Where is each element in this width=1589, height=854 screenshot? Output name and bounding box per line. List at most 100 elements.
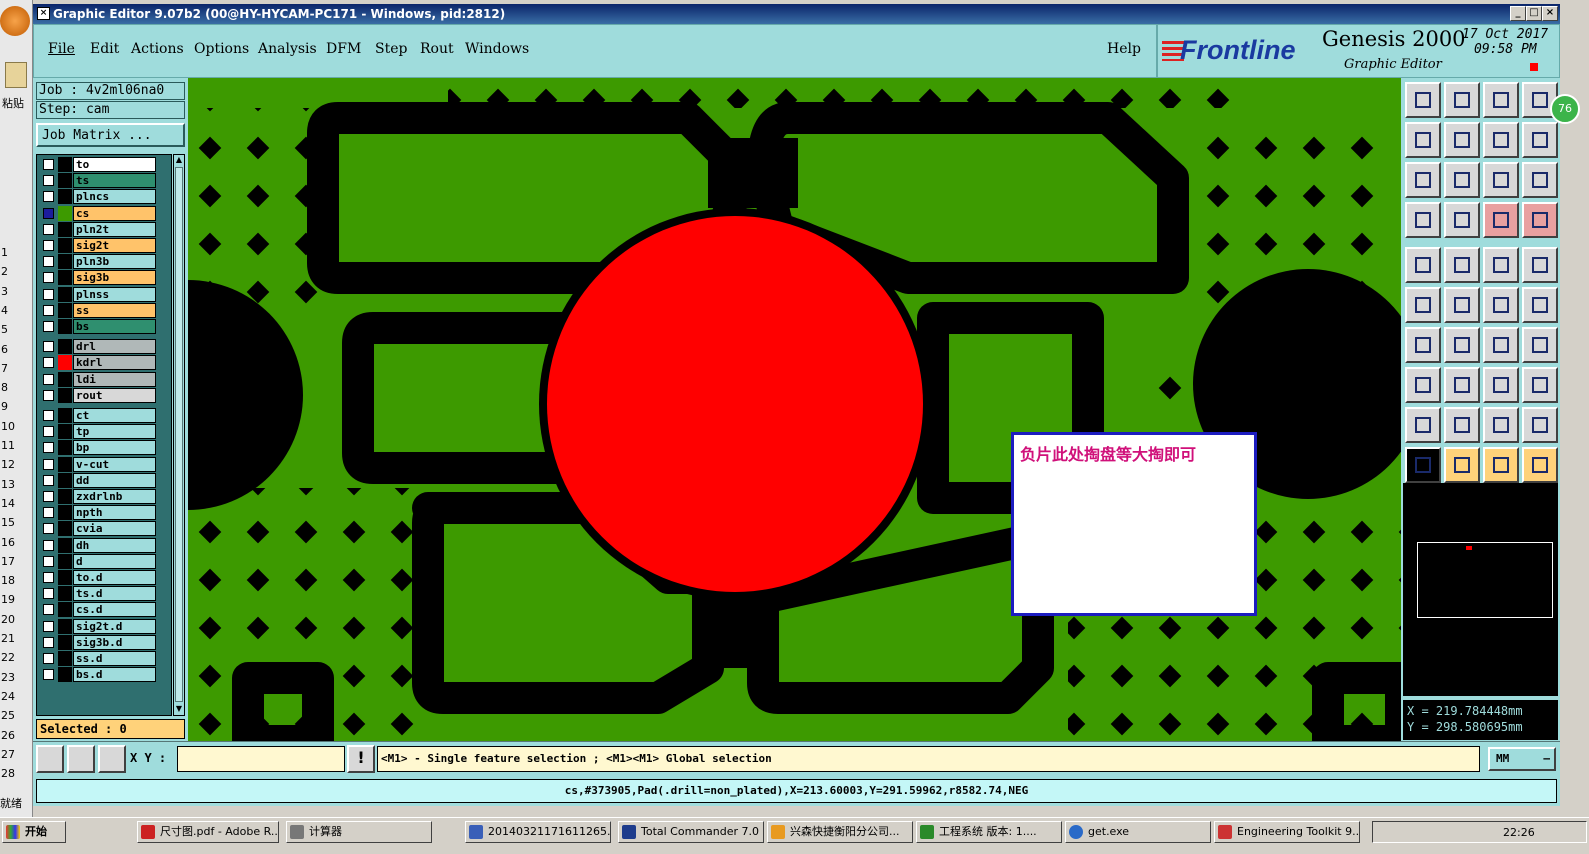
taskbar-item-toolkit[interactable]: Engineering Toolkit 9.... (1214, 821, 1360, 843)
query-icon[interactable] (1522, 162, 1558, 198)
layer-row[interactable]: cs.d (39, 602, 156, 618)
layer-row[interactable]: ct (39, 408, 156, 423)
excel-row-number[interactable]: 4 (0, 303, 33, 319)
layer-color-swatch[interactable] (58, 387, 72, 403)
taskbar-item-get-exe[interactable]: get.exe (1065, 821, 1211, 843)
layer-color-swatch[interactable] (58, 355, 72, 371)
layer-color-swatch[interactable] (58, 173, 72, 189)
layer-color-swatch[interactable] (58, 440, 72, 456)
pointer-node-icon[interactable] (1522, 447, 1558, 483)
layer-row[interactable]: to.d (39, 570, 156, 585)
layer-filter-icon[interactable] (1483, 202, 1519, 238)
notification-badge[interactable]: 76 (1550, 94, 1580, 124)
layer-color-swatch[interactable] (58, 270, 72, 286)
layer-checkbox[interactable] (43, 304, 54, 316)
excel-row-number[interactable]: 8 (0, 380, 33, 396)
layer-color-swatch[interactable] (58, 371, 72, 387)
title-bar[interactable]: × Graphic Editor 9.07b2 (00@HY-HYCAM-PC1… (33, 4, 1560, 24)
layer-checkbox[interactable] (43, 636, 54, 648)
layer-color-swatch[interactable] (58, 553, 72, 569)
layer-name[interactable]: to.d (73, 570, 156, 585)
layer-name[interactable]: kdrl (73, 355, 156, 371)
layer-checkbox[interactable] (43, 357, 54, 369)
layer-row[interactable]: kdrl (39, 355, 156, 371)
layer-row[interactable]: plnss (39, 286, 156, 302)
add-pad-icon[interactable] (1405, 247, 1441, 283)
excel-row-number[interactable]: 12 (0, 457, 33, 473)
layer-color-swatch[interactable] (58, 189, 72, 205)
layer-row[interactable]: ts.d (39, 586, 156, 602)
undo-zoom-icon[interactable] (1483, 122, 1519, 158)
layer-name[interactable]: sig2t (73, 238, 156, 253)
triangle-a-icon[interactable] (1444, 407, 1480, 443)
units-dropdown[interactable]: MM — (1488, 747, 1556, 771)
excel-row-number[interactable]: 10 (0, 419, 33, 435)
layer-name[interactable]: d (73, 553, 156, 569)
layer-color-swatch[interactable] (58, 537, 72, 553)
layer-checkbox[interactable] (43, 175, 54, 187)
layer-row[interactable]: to (39, 157, 156, 172)
layer-name[interactable]: cvia (73, 521, 156, 537)
menu-edit[interactable]: Edit (90, 41, 119, 57)
layer-checkbox[interactable] (43, 653, 54, 664)
layer-row[interactable]: ss.d (39, 651, 156, 666)
excel-row-number[interactable]: 3 (0, 284, 33, 300)
layer-name[interactable]: bs (73, 319, 156, 334)
layer-checkbox[interactable] (43, 410, 54, 421)
layer-row[interactable]: drl (39, 339, 156, 355)
layer-row[interactable]: sig2t (39, 238, 156, 253)
excel-row-number[interactable]: 24 (0, 689, 33, 705)
layer-checkbox[interactable] (43, 442, 54, 454)
draw-line-icon[interactable] (1444, 327, 1480, 363)
layer-name[interactable]: sig3b.d (73, 634, 156, 650)
layer-color-swatch[interactable] (58, 157, 72, 172)
excel-row-number[interactable]: 15 (0, 515, 33, 531)
layer-color-swatch[interactable] (58, 602, 72, 618)
layer-color-swatch[interactable] (58, 521, 72, 537)
maximize-button[interactable]: □ (1526, 6, 1542, 21)
excel-office-button[interactable] (0, 6, 30, 36)
layer-checkbox[interactable] (43, 256, 54, 268)
layer-color-swatch[interactable] (58, 651, 72, 666)
menu-options[interactable]: Options (194, 41, 249, 57)
layer-row[interactable]: tp (39, 424, 156, 440)
excel-row-number[interactable]: 22 (0, 650, 33, 666)
layer-row[interactable]: ts (39, 173, 156, 189)
layer-row[interactable]: bs.d (39, 667, 156, 683)
layer-name[interactable]: cs (73, 205, 156, 221)
grid-icon[interactable] (98, 745, 126, 773)
layer-color-swatch[interactable] (58, 339, 72, 355)
layer-color-swatch[interactable] (58, 586, 72, 602)
menu-help[interactable]: Help (1107, 41, 1141, 57)
taskbar-item-browser[interactable]: 兴森快捷衡阳分公司... (767, 821, 913, 843)
triangle-a-icon[interactable] (1483, 407, 1519, 443)
move-icon[interactable] (1405, 367, 1441, 403)
line-node-icon[interactable] (1522, 287, 1558, 323)
scroll-up-arrow[interactable]: ▲ (174, 155, 184, 165)
layer-row[interactable]: bs (39, 319, 156, 334)
layer-checkbox[interactable] (43, 555, 54, 567)
layer-checkbox[interactable] (43, 240, 54, 251)
layer-color-swatch[interactable] (58, 408, 72, 423)
layer-name[interactable]: cs.d (73, 602, 156, 618)
scroll-thumb[interactable] (175, 167, 183, 702)
excel-row-number[interactable]: 26 (0, 728, 33, 744)
layer-row[interactable]: ss (39, 302, 156, 318)
close-button[interactable]: × (1542, 6, 1558, 21)
layer-checkbox[interactable] (43, 223, 54, 235)
layer-name[interactable]: npth (73, 505, 156, 521)
layer-name[interactable]: plnss (73, 286, 156, 302)
layer-row[interactable]: pln3b (39, 254, 156, 270)
layer-row[interactable]: pln2t (39, 221, 156, 237)
layer-checkbox[interactable] (43, 389, 54, 401)
layer-name[interactable]: pln2t (73, 221, 156, 237)
layer-row[interactable]: cs (39, 205, 156, 221)
paste-icon[interactable] (5, 62, 27, 88)
taskbar-item-adobe[interactable]: 尺寸图.pdf - Adobe R... (137, 821, 279, 843)
taskbar-item-total-commander[interactable]: Total Commander 7.0 ... (618, 821, 764, 843)
draw-angle-icon[interactable] (1405, 327, 1441, 363)
layer-row[interactable]: sig2t.d (39, 618, 156, 634)
excel-row-number[interactable]: 7 (0, 361, 33, 377)
layer-name[interactable]: pln3b (73, 254, 156, 270)
arc-icon[interactable] (1483, 327, 1519, 363)
